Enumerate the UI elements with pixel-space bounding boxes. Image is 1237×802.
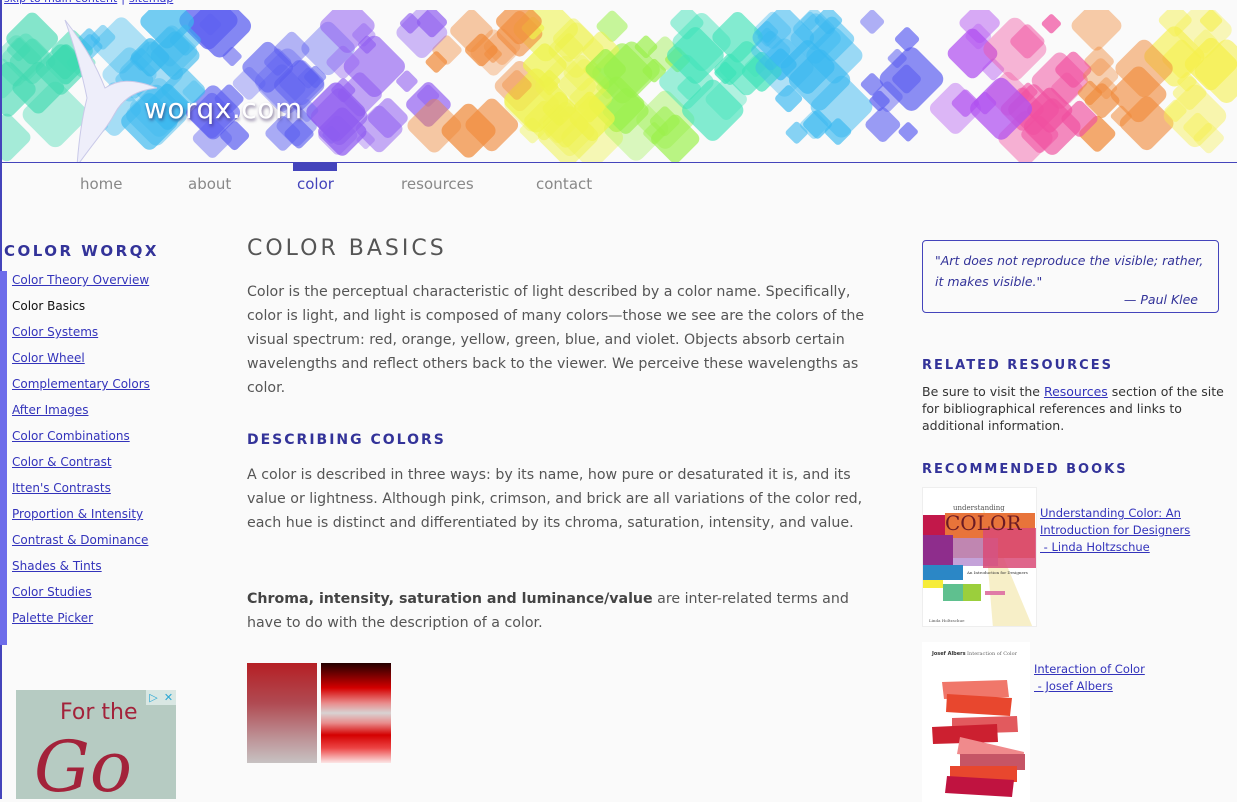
sidebar-item[interactable]: Proportion & Intensity xyxy=(12,505,150,531)
sidebar-item[interactable]: After Images xyxy=(12,401,150,427)
sidebar-link[interactable]: Color & Contrast xyxy=(12,455,112,469)
book-author: - Josef Albers xyxy=(1034,679,1113,693)
banner-diamond xyxy=(1071,10,1122,51)
main-nav: home about color resources contact xyxy=(0,163,1237,203)
sidebar-item[interactable]: Color Combinations xyxy=(12,427,150,453)
book-cover-understanding-color[interactable]: understanding COLOR An Introduction for … xyxy=(922,487,1037,627)
book-link-interaction-of-color[interactable]: Interaction of Color - Josef Albers xyxy=(1034,661,1145,695)
nav-active-indicator xyxy=(293,163,337,171)
banner-diamond-pattern xyxy=(2,10,1237,162)
sidebar-link[interactable]: Color Combinations xyxy=(12,429,130,443)
skip-to-content-link[interactable]: skip to main content xyxy=(4,0,117,5)
intro-paragraph: Color is the perceptual characteristic o… xyxy=(247,284,865,396)
sidebar-link[interactable]: Color Studies xyxy=(12,585,92,599)
ad-controls: ▷ ✕ xyxy=(146,690,176,705)
related-resources-heading: RELATED RESOURCES xyxy=(922,358,1113,373)
sidebar-item[interactable]: Shades & Tints xyxy=(12,557,150,583)
page-title: COLOR BASICS xyxy=(247,236,447,261)
sidebar-accent-bar xyxy=(0,271,7,645)
sidebar-title: COLOR WORQX xyxy=(4,242,159,260)
banner-diamond xyxy=(898,122,918,142)
sidebar-item[interactable]: Color Wheel xyxy=(12,349,150,375)
book-author: - Linda Holtzschue xyxy=(1040,540,1150,554)
book-cover-art: Josef Albers Interaction of Color xyxy=(922,642,1030,802)
hummingbird-logo-icon xyxy=(64,19,158,162)
quote-box: "Art does not reproduce the visible; rat… xyxy=(922,240,1219,313)
ad-script-text: Go xyxy=(34,726,133,799)
banner-diamond xyxy=(1041,14,1061,34)
nav-color[interactable]: color xyxy=(297,175,334,193)
nav-resources[interactable]: resources xyxy=(401,175,474,193)
related-pre: Be sure to visit the xyxy=(922,384,1044,399)
svg-text:Linda Holtzschue: Linda Holtzschue xyxy=(929,618,965,623)
sidebar-link[interactable]: Itten's Contrasts xyxy=(12,481,111,495)
sidebar-item[interactable]: Color Studies xyxy=(12,583,150,609)
sidebar-item[interactable]: Itten's Contrasts xyxy=(12,479,150,505)
advertisement[interactable]: ▷ ✕ For the Go xyxy=(16,690,176,799)
book-cover-interaction-of-color[interactable]: Josef Albers Interaction of Color xyxy=(922,642,1030,802)
quote-text: "Art does not reproduce the visible; rat… xyxy=(935,253,1204,289)
ad-headline: For the xyxy=(60,700,138,725)
saturation-gradient-swatch xyxy=(247,663,317,763)
recommended-books-heading: RECOMMENDED BOOKS xyxy=(922,462,1128,477)
adchoices-icon[interactable]: ▷ xyxy=(146,690,161,705)
sidebar-item: Color Basics xyxy=(12,297,150,323)
related-resources-text: Be sure to visit the Resources section o… xyxy=(922,383,1227,434)
banner-diamond xyxy=(860,10,885,34)
book-cover-art: understanding COLOR An Introduction for … xyxy=(923,488,1036,626)
section-heading: DESCRIBING COLORS xyxy=(247,432,446,448)
close-icon[interactable]: ✕ xyxy=(161,690,176,705)
sidebar-link[interactable]: Color Systems xyxy=(12,325,98,339)
svg-text:Interaction of Color: Interaction of Color xyxy=(967,651,1018,657)
svg-text:An Introduction for Designers: An Introduction for Designers xyxy=(966,570,1028,575)
sidebar-link[interactable]: Complementary Colors xyxy=(12,377,150,391)
separator: | xyxy=(121,0,125,5)
svg-text:Josef Albers: Josef Albers xyxy=(931,651,966,657)
value-gradient-swatch xyxy=(321,663,391,763)
sidebar-item[interactable]: Complementary Colors xyxy=(12,375,150,401)
skip-links: skip to main content | sitemap xyxy=(4,0,173,5)
site-logo-text[interactable]: worqx.com xyxy=(144,92,303,125)
sidebar-link[interactable]: Contrast & Dominance xyxy=(12,533,148,547)
sidebar-item[interactable]: Color Theory Overview xyxy=(12,271,150,297)
book-title-line1: Understanding Color: An xyxy=(1040,506,1181,520)
terms-bold: Chroma, intensity, saturation and lumina… xyxy=(247,591,653,607)
sidebar-item[interactable]: Contrast & Dominance xyxy=(12,531,150,557)
describing-paragraph: A color is described in three ways: by i… xyxy=(247,467,863,531)
sidebar-link[interactable]: Color Theory Overview xyxy=(12,273,149,287)
sidebar-link[interactable]: Shades & Tints xyxy=(12,559,102,573)
svg-text:COLOR: COLOR xyxy=(945,511,1022,535)
sidebar-link[interactable]: After Images xyxy=(12,403,88,417)
sidebar-item[interactable]: Palette Picker xyxy=(12,609,150,635)
sidebar-item-current-label: Color Basics xyxy=(12,299,86,313)
sidebar-menu: Color Theory Overview Color Basics Color S… xyxy=(12,271,150,635)
sidebar-item[interactable]: Color Systems xyxy=(12,323,150,349)
terms-paragraph: Chroma, intensity, saturation and lumina… xyxy=(247,587,867,635)
quote-author: — Paul Klee xyxy=(1123,292,1198,307)
main-content: COLOR BASICS Color is the perceptual cha… xyxy=(247,236,867,763)
sidebar-link[interactable]: Proportion & Intensity xyxy=(12,507,143,521)
sidebar-item[interactable]: Color & Contrast xyxy=(12,453,150,479)
nav-about[interactable]: about xyxy=(188,175,231,193)
sidebar-link[interactable]: Color Wheel xyxy=(12,351,85,365)
nav-contact[interactable]: contact xyxy=(536,175,592,193)
header-banner: worqx.com xyxy=(2,10,1237,162)
book-title-line1: Interaction of Color xyxy=(1034,662,1145,676)
resources-link[interactable]: Resources xyxy=(1044,384,1108,399)
book-link-understanding-color[interactable]: Understanding Color: An Introduction for … xyxy=(1040,505,1190,556)
nav-home[interactable]: home xyxy=(80,175,123,193)
book-title-line2: Introduction for Designers xyxy=(1040,523,1191,537)
sidebar-link[interactable]: Palette Picker xyxy=(12,611,93,625)
book-item: Josef Albers Interaction of Color Intera… xyxy=(922,642,1145,802)
sitemap-link[interactable]: sitemap xyxy=(129,0,173,5)
book-item: understanding COLOR An Introduction for … xyxy=(922,487,1190,627)
color-swatches xyxy=(247,663,391,763)
